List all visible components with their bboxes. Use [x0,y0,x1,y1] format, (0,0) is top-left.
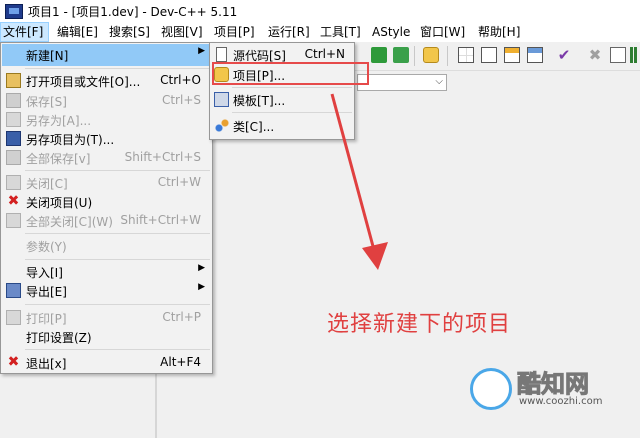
save-project-icon [6,131,21,146]
submenu-arrow-icon: ▶ [198,46,205,56]
watermark-url: www.coozhi.com [519,396,603,407]
menu-help[interactable]: 帮助[H] [476,22,522,42]
watermark-logo-icon [470,368,512,410]
fullscreen-layout-icon[interactable] [527,47,543,63]
menu-bar: 文件[F] 编辑[E] 搜索[S] 视图[V] 项目[P] 运行[R] 工具[T… [0,22,640,42]
red-x-icon: ✖ [7,193,20,209]
menu-item-new[interactable]: 新建[N] ▶ [2,44,211,66]
chart-icon[interactable] [630,47,640,63]
menu-separator [232,87,352,88]
watermark-name: 酷知网 [517,370,590,399]
title-bar: 项目1 - [项目1.dev] - Dev-C++ 5.11 [0,0,640,22]
submenu-arrow-icon: ▶ [198,282,205,292]
close-file-icon [6,175,21,190]
menu-item-print-setup[interactable]: 打印设置(Z) [2,326,211,348]
menu-item-export[interactable]: 导出[E] ▶ [2,280,211,302]
check-icon[interactable]: ✔ [556,47,572,63]
window-layout-icon[interactable] [481,47,497,63]
grid-layout-icon[interactable] [458,47,474,63]
menu-item-open[interactable]: 打开项目或文件[O]... Ctrl+O [2,70,211,92]
window-title: 项目1 - [项目1.dev] - Dev-C++ 5.11 [28,5,238,19]
menu-run[interactable]: 运行[R] [266,22,312,42]
print-icon [6,310,21,325]
toolbar-separator [447,46,448,66]
about-icon[interactable] [610,47,626,63]
menu-item-parameters[interactable]: 参数(Y) [2,235,211,257]
source-file-icon [216,47,227,62]
menu-separator [25,259,210,260]
open-folder-icon [6,73,21,88]
menu-search[interactable]: 搜索[S] [107,22,152,42]
menu-item-save-all[interactable]: 全部保存[v] Shift+Ctrl+S [2,147,211,169]
export-icon [6,283,21,298]
menu-separator [25,68,210,69]
save-all-icon [6,150,21,165]
template-icon [214,92,229,107]
menu-file[interactable]: 文件[F] [0,22,49,42]
chevron-down-icon: ⌵ [435,76,443,87]
menu-astyle[interactable]: AStyle [370,22,412,42]
save-icon [6,93,21,108]
delete-icon[interactable]: ✖ [587,47,603,63]
menu-separator [25,349,210,350]
exit-icon: ✖ [7,354,20,370]
annotation-arrow-icon [330,93,388,270]
compiler-select[interactable]: ⌵ [357,74,447,91]
toolbar-separator [414,46,415,66]
save-as-icon [6,112,21,127]
panel-layout-icon[interactable] [504,47,520,63]
menu-separator [25,170,210,171]
class-icon [214,118,229,133]
menu-window[interactable]: 窗口[W] [418,22,467,42]
annotation-text: 选择新建下的项目 [327,312,512,337]
menu-view[interactable]: 视图[V] [159,22,205,42]
close-all-icon [6,213,21,228]
menu-tools[interactable]: 工具[T] [318,22,363,42]
menu-item-exit[interactable]: ✖ 退出[x] Alt+F4 [2,352,211,374]
remove-from-project-icon[interactable] [393,47,409,63]
highlight-box [212,62,369,85]
devcpp-app-icon[interactable] [5,4,23,19]
menu-project[interactable]: 项目[P] [212,22,257,42]
file-menu-dropdown: 新建[N] ▶ 打开项目或文件[O]... Ctrl+O 保存[S] Ctrl+… [0,42,213,374]
menu-item-close-all[interactable]: 全部关闭[C](W) Shift+Ctrl+W [2,210,211,232]
add-to-project-icon[interactable] [371,47,387,63]
project-options-icon[interactable] [423,47,439,63]
submenu-arrow-icon: ▶ [198,263,205,273]
menu-separator [25,304,210,305]
menu-separator [25,233,210,234]
menu-edit[interactable]: 编辑[E] [55,22,100,42]
